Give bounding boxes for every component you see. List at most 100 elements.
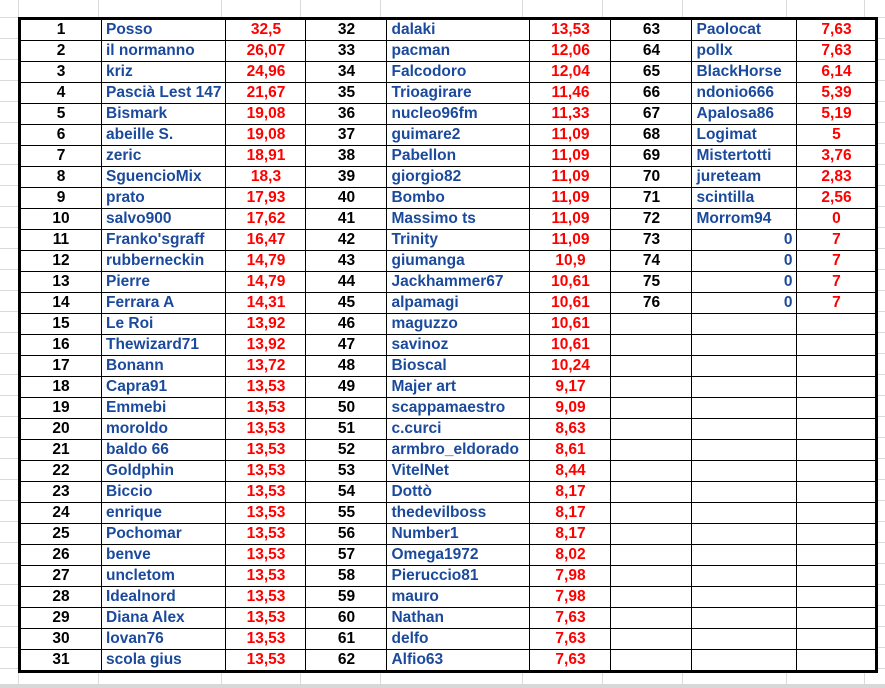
cell-rank[interactable]: 11 [19,229,102,251]
cell-rank[interactable]: 20 [19,418,102,440]
cell-score[interactable]: 8,17 [529,523,612,545]
cell-score[interactable]: 7,63 [796,18,878,41]
cell-score[interactable]: 11,09 [529,229,612,251]
cell-rank[interactable]: 22 [19,460,102,482]
cell-score[interactable]: 7,63 [529,607,612,629]
cell-score[interactable]: 24,96 [225,61,307,83]
cell-rank[interactable]: 49 [305,376,388,398]
cell-rank[interactable]: 25 [19,523,102,545]
cell-name[interactable]: Trinity [386,229,531,251]
cell-rank[interactable] [610,334,693,356]
cell-rank[interactable]: 29 [19,607,102,629]
cell-name[interactable]: salvo900 [100,208,227,230]
cell-score[interactable]: 18,3 [225,166,307,188]
cell-rank[interactable]: 54 [305,481,388,503]
cell-score[interactable]: 14,79 [225,271,307,293]
cell-name[interactable] [691,355,798,377]
cell-score[interactable]: 13,53 [225,523,307,545]
cell-name[interactable] [691,376,798,398]
cell-name[interactable]: giumanga [386,250,531,272]
cell-score[interactable]: 7,63 [529,649,612,672]
cell-rank[interactable] [610,397,693,419]
cell-score[interactable]: 13,53 [225,460,307,482]
cell-rank[interactable]: 37 [305,124,388,146]
cell-score[interactable]: 7 [796,229,878,251]
cell-score[interactable]: 19,08 [225,124,307,146]
cell-name[interactable]: abeille S. [100,124,227,146]
cell-name[interactable] [691,334,798,356]
cell-name[interactable]: pollx [691,40,798,62]
cell-score[interactable]: 13,53 [225,397,307,419]
cell-score[interactable] [796,502,878,524]
cell-score[interactable]: 9,17 [529,376,612,398]
cell-name[interactable]: scola gius [100,649,227,672]
cell-name[interactable] [691,313,798,335]
cell-score[interactable]: 7,63 [529,628,612,650]
cell-score[interactable]: 8,17 [529,481,612,503]
cell-rank[interactable]: 59 [305,586,388,608]
cell-rank[interactable] [610,460,693,482]
cell-name[interactable]: Idealnord [100,586,227,608]
cell-rank[interactable]: 53 [305,460,388,482]
cell-score[interactable]: 10,61 [529,271,612,293]
cell-rank[interactable]: 38 [305,145,388,167]
cell-rank[interactable]: 64 [610,40,693,62]
cell-rank[interactable] [610,544,693,566]
cell-score[interactable] [796,481,878,503]
cell-rank[interactable]: 10 [19,208,102,230]
cell-rank[interactable] [610,523,693,545]
cell-name[interactable]: Morrom94 [691,208,798,230]
cell-score[interactable] [796,565,878,587]
cell-rank[interactable]: 26 [19,544,102,566]
cell-score[interactable] [796,607,878,629]
cell-score[interactable]: 11,33 [529,103,612,125]
cell-rank[interactable]: 17 [19,355,102,377]
cell-rank[interactable] [610,649,693,672]
cell-rank[interactable] [610,439,693,461]
cell-name[interactable]: Bombo [386,187,531,209]
cell-name[interactable]: Trioagirare [386,82,531,104]
cell-name[interactable]: zeric [100,145,227,167]
cell-rank[interactable]: 58 [305,565,388,587]
cell-rank[interactable]: 52 [305,439,388,461]
cell-rank[interactable]: 19 [19,397,102,419]
cell-rank[interactable]: 45 [305,292,388,314]
cell-score[interactable]: 5,39 [796,82,878,104]
cell-score[interactable]: 11,09 [529,124,612,146]
cell-name[interactable]: thedevilboss [386,502,531,524]
cell-score[interactable]: 2,56 [796,187,878,209]
cell-score[interactable]: 13,53 [225,439,307,461]
cell-name[interactable]: Dottò [386,481,531,503]
cell-score[interactable] [796,439,878,461]
cell-rank[interactable] [610,607,693,629]
cell-score[interactable] [796,460,878,482]
cell-name[interactable]: Majer art [386,376,531,398]
cell-score[interactable] [796,313,878,335]
cell-rank[interactable]: 4 [19,82,102,104]
cell-score[interactable]: 11,46 [529,82,612,104]
cell-rank[interactable]: 9 [19,187,102,209]
cell-score[interactable]: 2,83 [796,166,878,188]
cell-rank[interactable]: 74 [610,250,693,272]
cell-rank[interactable]: 70 [610,166,693,188]
cell-name[interactable]: 0 [691,292,798,314]
cell-rank[interactable]: 14 [19,292,102,314]
cell-rank[interactable]: 61 [305,628,388,650]
cell-score[interactable]: 18,91 [225,145,307,167]
cell-rank[interactable]: 65 [610,61,693,83]
cell-rank[interactable] [610,376,693,398]
cell-score[interactable]: 19,08 [225,103,307,125]
cell-name[interactable]: nucleo96fm [386,103,531,125]
cell-score[interactable]: 32,5 [225,18,307,41]
cell-name[interactable]: 0 [691,271,798,293]
cell-score[interactable]: 10,9 [529,250,612,272]
cell-rank[interactable]: 39 [305,166,388,188]
cell-score[interactable]: 7 [796,292,878,314]
cell-score[interactable]: 12,04 [529,61,612,83]
cell-rank[interactable]: 43 [305,250,388,272]
cell-score[interactable] [796,649,878,672]
cell-rank[interactable] [610,355,693,377]
cell-score[interactable]: 16,47 [225,229,307,251]
cell-score[interactable] [796,418,878,440]
cell-name[interactable]: ndonio666 [691,82,798,104]
